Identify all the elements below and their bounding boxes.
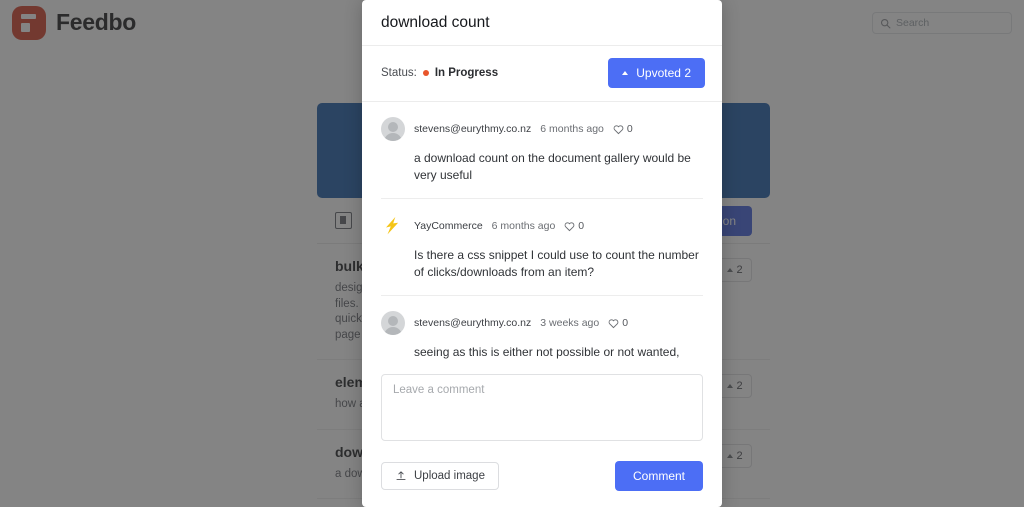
- comment: stevens@eurythmy.co.nz 6 months ago 0 a …: [381, 102, 703, 200]
- comment: YayCommerce 6 months ago 0 Is there a cs…: [381, 199, 703, 297]
- comment-meta: stevens@eurythmy.co.nz 6 months ago 0: [414, 123, 633, 135]
- upload-image-button[interactable]: Upload image: [381, 462, 499, 490]
- comment-like-count: 0: [622, 317, 629, 330]
- upload-icon: [396, 471, 406, 480]
- comment-body: a download count on the document gallery…: [414, 151, 691, 183]
- upload-image-label: Upload image: [414, 470, 485, 482]
- comment-list: stevens@eurythmy.co.nz 6 months ago 0 a …: [362, 102, 722, 364]
- comment-body: Is there a css snippet I could use to co…: [414, 248, 699, 280]
- status-dot-icon: [422, 70, 429, 76]
- comment-header: stevens@eurythmy.co.nz 3 weeks ago 0: [381, 311, 703, 336]
- comment-composer: [362, 364, 722, 446]
- heart-icon: [564, 221, 575, 231]
- comment-timestamp: 3 weeks ago: [540, 317, 600, 330]
- comment-timestamp: 6 months ago: [540, 123, 604, 135]
- comment-like-count: 0: [626, 123, 633, 135]
- comment-header: YayCommerce 6 months ago 0: [381, 214, 703, 238]
- comment-timestamp: 6 months ago: [491, 220, 556, 233]
- modal-title: download count: [362, 0, 722, 46]
- avatar: [381, 311, 405, 336]
- comment-meta: YayCommerce 6 months ago 0: [414, 220, 584, 232]
- comment-body: seeing as this is either not possible or…: [414, 345, 682, 364]
- avatar: [381, 214, 405, 238]
- comment-input[interactable]: [381, 374, 703, 441]
- status-row: Status: In Progress Upvoted 2: [362, 46, 722, 102]
- comment-author: stevens@eurythmy.co.nz: [414, 123, 532, 135]
- comment: stevens@eurythmy.co.nz 3 weeks ago 0 see…: [381, 296, 703, 364]
- comment-author: YayCommerce: [414, 220, 483, 233]
- heart-icon: [613, 124, 624, 134]
- heart-icon: [608, 318, 619, 328]
- yaycommerce-logo-icon: [386, 217, 399, 235]
- status-label: Status:: [381, 67, 417, 79]
- comment-like-group[interactable]: 0: [613, 123, 633, 135]
- caret-up-icon: [622, 71, 629, 75]
- comment-like-group[interactable]: 0: [608, 317, 628, 329]
- submit-comment-button[interactable]: Comment: [614, 461, 703, 491]
- status-group: Status: In Progress: [381, 67, 498, 79]
- modal-upvote-label: Upvoted 2: [636, 66, 691, 80]
- comment-meta: stevens@eurythmy.co.nz 3 weeks ago 0: [414, 317, 628, 329]
- status-badge: In Progress: [434, 67, 499, 79]
- suggestion-detail-modal: download count Status: In Progress Upvot…: [362, 0, 722, 507]
- composer-actions: Upload image Comment: [362, 446, 722, 507]
- comment-like-count: 0: [578, 220, 585, 233]
- avatar: [381, 117, 405, 141]
- modal-upvote-button[interactable]: Upvoted 2: [608, 58, 705, 88]
- comment-like-group[interactable]: 0: [564, 220, 584, 232]
- comment-author: stevens@eurythmy.co.nz: [414, 317, 532, 330]
- comment-header: stevens@eurythmy.co.nz 6 months ago 0: [381, 117, 703, 141]
